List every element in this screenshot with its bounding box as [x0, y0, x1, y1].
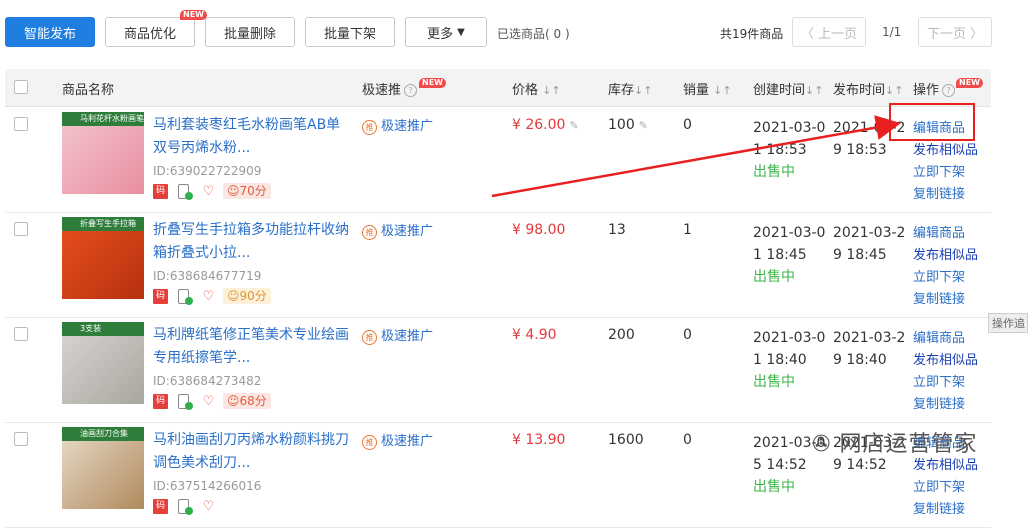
arrow-line — [491, 115, 901, 198]
mobile-check-icon[interactable] — [178, 499, 193, 515]
copy-link-link[interactable]: 复制链接 — [913, 499, 978, 521]
heart-icon[interactable]: ♡ — [201, 499, 216, 514]
annotation-arrow — [491, 115, 901, 198]
barcode-icon[interactable]: 码 — [153, 499, 168, 514]
